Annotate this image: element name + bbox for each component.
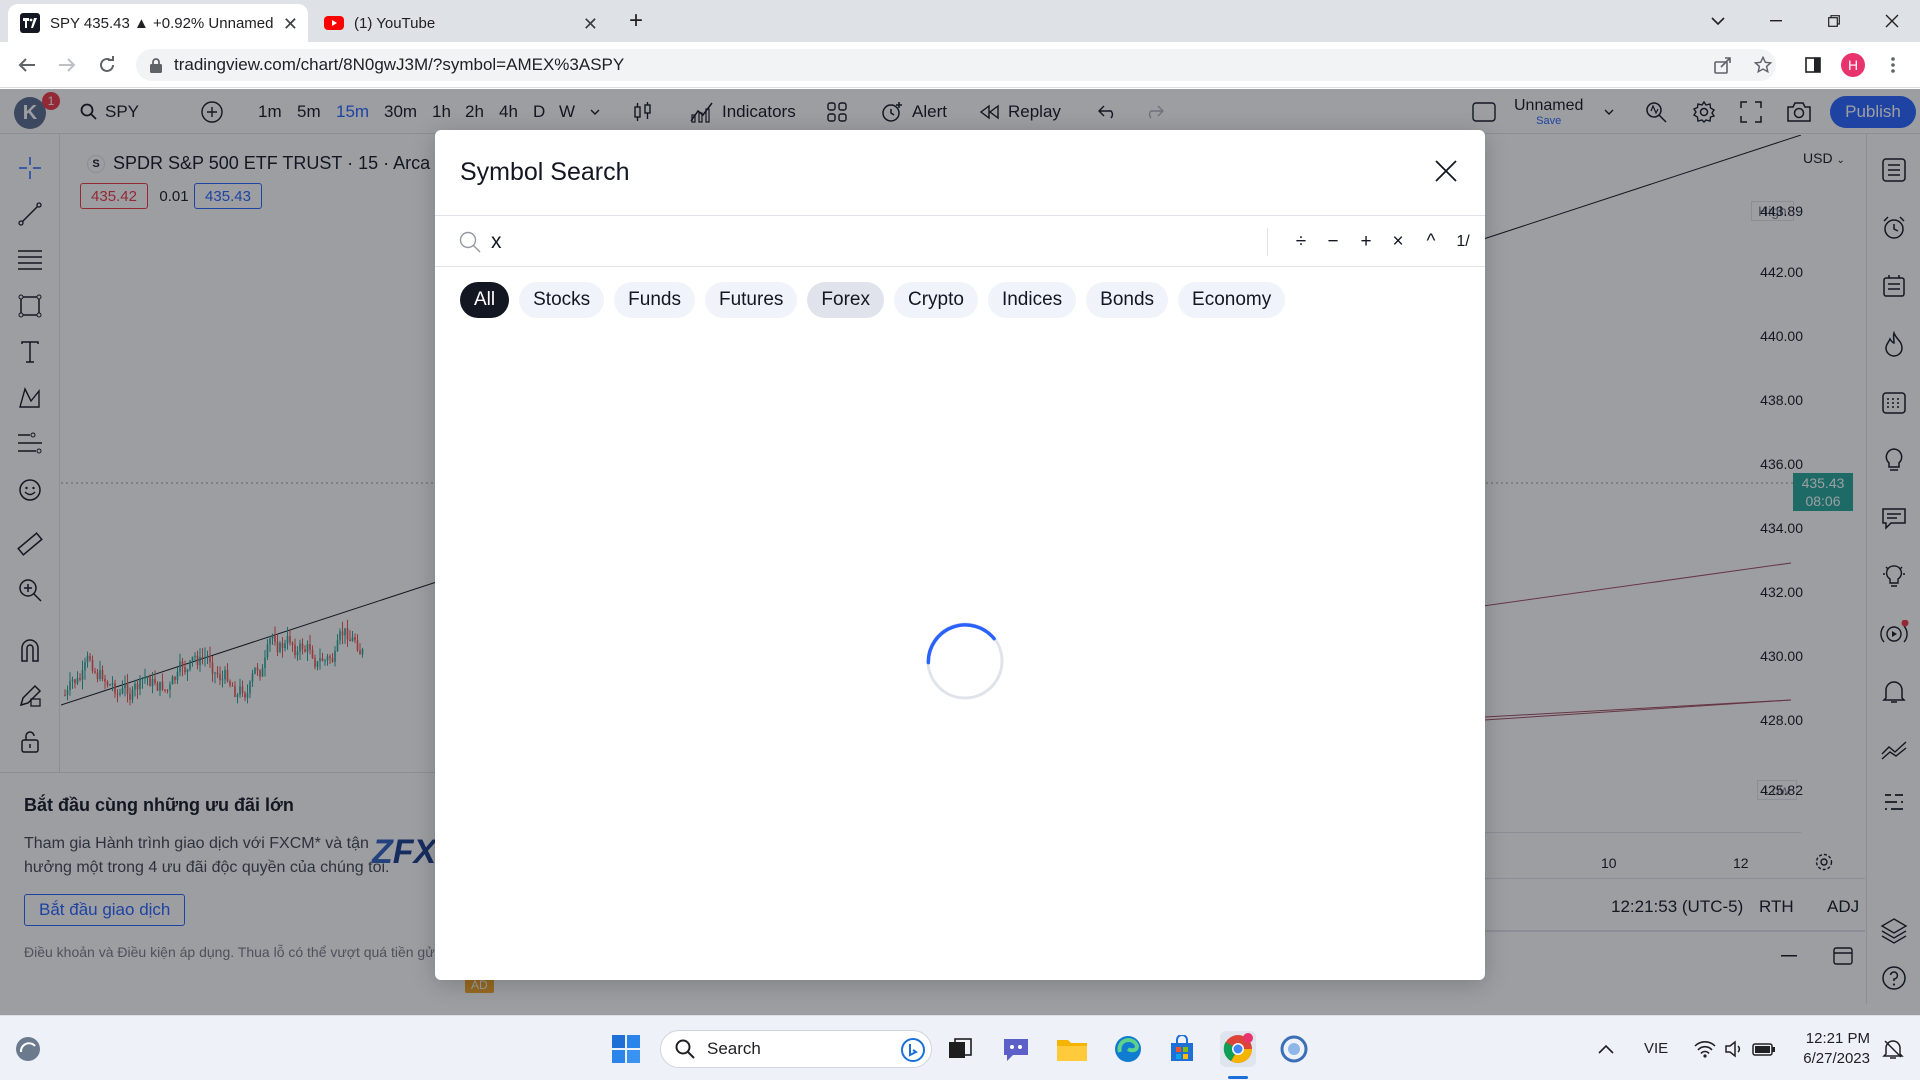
new-tab-icon[interactable]: + <box>618 0 654 42</box>
close-icon[interactable] <box>1431 156 1461 186</box>
network-app-icon[interactable] <box>1276 1031 1312 1067</box>
bookmark-star-icon[interactable] <box>1748 50 1778 80</box>
active-app-indicator <box>1228 1076 1248 1079</box>
filter-chips: All Stocks Funds Futures Forex Crypto In… <box>460 282 1295 318</box>
taskbar-search[interactable]: Search <box>660 1030 932 1068</box>
tradingview-icon <box>20 13 40 33</box>
close-window-icon[interactable] <box>1864 0 1920 42</box>
divide-button[interactable]: ÷ <box>1288 228 1314 256</box>
filter-funds[interactable]: Funds <box>614 282 695 318</box>
url-bar[interactable]: tradingview.com/chart/8N0gwJ3M/?symbol=A… <box>136 49 1776 81</box>
filter-indices[interactable]: Indices <box>987 282 1077 318</box>
profile-avatar[interactable]: H <box>1838 50 1868 80</box>
notification-center-icon[interactable] <box>1882 1016 1904 1080</box>
microsoft-store-icon[interactable] <box>1164 1031 1200 1067</box>
edge-browser-icon[interactable] <box>1110 1031 1146 1067</box>
plus-button[interactable]: + <box>1353 228 1379 256</box>
windows-taskbar: Search VIE 12:21 PM 6/27/2023 <box>0 1015 1920 1080</box>
task-view-icon[interactable] <box>942 1031 978 1067</box>
start-windows-icon[interactable] <box>608 1031 644 1067</box>
forward-icon[interactable] <box>52 50 82 80</box>
filter-stocks[interactable]: Stocks <box>519 282 605 318</box>
multiply-button[interactable]: × <box>1385 228 1411 256</box>
dialog-title: Symbol Search <box>460 158 630 186</box>
filter-bonds[interactable]: Bonds <box>1086 282 1169 318</box>
clock-date: 6/27/2023 <box>1803 1049 1870 1067</box>
power-button[interactable]: ^ <box>1418 228 1444 256</box>
filter-all[interactable]: All <box>460 282 510 318</box>
restore-icon[interactable] <box>1806 0 1862 42</box>
tab-youtube[interactable]: (1) YouTube ✕ <box>312 4 608 42</box>
minus-button[interactable]: − <box>1320 228 1346 256</box>
profile-initial: H <box>1841 53 1865 77</box>
input-language[interactable]: VIE <box>1644 1016 1668 1080</box>
browser-menu-icon[interactable] <box>1878 50 1908 80</box>
close-tab-icon[interactable]: ✕ <box>583 14 598 35</box>
minimize-icon[interactable] <box>1748 0 1804 42</box>
wifi-icon[interactable] <box>1694 1016 1716 1080</box>
bing-icon <box>901 1038 925 1062</box>
file-explorer-icon[interactable] <box>1054 1031 1090 1067</box>
tray-overflow-chevron-icon[interactable] <box>1598 1016 1614 1080</box>
address-bar-row: tradingview.com/chart/8N0gwJ3M/?symbol=A… <box>0 42 1920 88</box>
url-text: tradingview.com/chart/8N0gwJ3M/?symbol=A… <box>174 55 625 74</box>
tab-title: SPY 435.43 ▲ +0.92% Unnamed <box>50 14 274 32</box>
filter-economy[interactable]: Economy <box>1178 282 1286 318</box>
chrome-icon[interactable] <box>1220 1031 1256 1067</box>
tab-search-chevron-icon[interactable] <box>1690 0 1746 42</box>
search-icon <box>675 1039 695 1059</box>
search-divider <box>1267 228 1268 256</box>
filter-forex[interactable]: Forex <box>807 282 884 318</box>
volume-icon[interactable] <box>1724 1016 1744 1080</box>
taskbar-search-label: Search <box>707 1039 761 1058</box>
reciprocal-button[interactable]: 1/ <box>1448 228 1478 256</box>
teams-chat-icon[interactable] <box>998 1031 1034 1067</box>
widgets-icon[interactable] <box>10 1031 46 1067</box>
youtube-icon <box>324 13 344 33</box>
symbol-search-input[interactable] <box>491 225 1191 259</box>
loading-spinner <box>924 620 1006 702</box>
back-icon[interactable] <box>12 50 42 80</box>
search-row: ÷ − + × ^ 1/ <box>435 215 1485 267</box>
tab-title: (1) YouTube <box>354 14 436 32</box>
clock[interactable]: 12:21 PM 6/27/2023 <box>1796 1016 1870 1080</box>
symbol-search-dialog: Symbol Search ÷ − + × ^ 1/ All Stocks Fu… <box>435 130 1485 980</box>
browser-tab-bar: SPY 435.43 ▲ +0.92% Unnamed ✕ (1) YouTub… <box>0 0 1920 42</box>
filter-crypto[interactable]: Crypto <box>893 282 978 318</box>
filter-futures[interactable]: Futures <box>704 282 798 318</box>
share-icon[interactable] <box>1708 50 1738 80</box>
clock-time: 12:21 PM <box>1805 1029 1870 1047</box>
side-panel-icon[interactable] <box>1798 50 1828 80</box>
close-tab-icon[interactable]: ✕ <box>283 14 298 35</box>
battery-icon[interactable] <box>1752 1016 1776 1080</box>
tab-tradingview[interactable]: SPY 435.43 ▲ +0.92% Unnamed ✕ <box>8 4 308 42</box>
search-icon <box>458 230 482 254</box>
lock-icon[interactable] <box>150 57 162 73</box>
reload-icon[interactable] <box>92 50 122 80</box>
